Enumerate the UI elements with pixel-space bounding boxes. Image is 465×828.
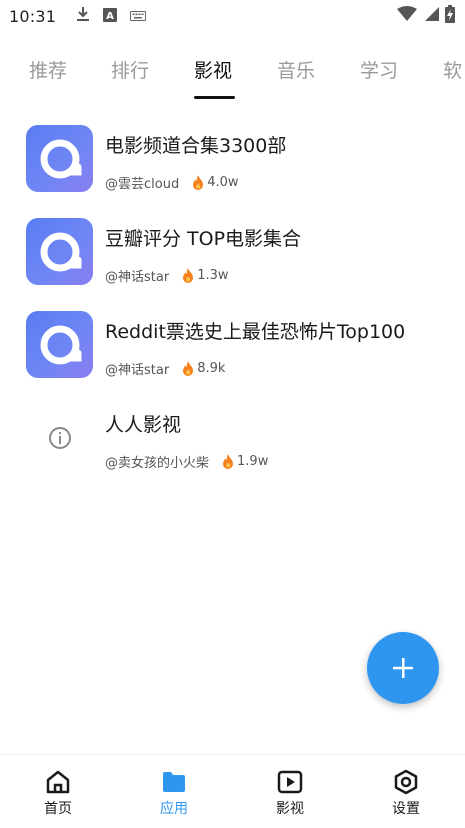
fire-icon — [193, 174, 204, 190]
tab-recommend[interactable]: 推荐 — [29, 56, 67, 83]
heat-value: 1.9w — [237, 454, 269, 469]
item-title: 电影频道合集3300部 — [105, 135, 287, 157]
list-item[interactable]: 豆瓣评分 TOP电影集合 @神话star 1.3w — [0, 211, 465, 291]
nav-item-home[interactable]: 首页 — [0, 755, 116, 828]
status-bar: 10:31 A — [0, 0, 465, 32]
battery-charging-icon — [445, 5, 455, 27]
item-author: @卖女孩的小火柴 — [105, 456, 210, 471]
nav-label: 应用 — [160, 801, 188, 817]
settings-icon — [393, 769, 419, 795]
item-meta: @神话star 8.9k — [105, 359, 225, 378]
nav-label: 影视 — [276, 801, 304, 817]
wifi-icon — [397, 6, 417, 26]
play-icon — [277, 769, 303, 795]
item-title: 豆瓣评分 TOP电影集合 — [105, 228, 302, 250]
heat-value: 8.9k — [197, 361, 226, 376]
item-title: Reddit票选史上最佳恐怖片Top100 — [105, 321, 406, 343]
add-button[interactable] — [367, 632, 439, 704]
app-logo-icon — [26, 125, 93, 192]
status-notification-icons: A — [76, 6, 147, 26]
home-icon — [45, 769, 71, 795]
status-system-icons — [397, 5, 455, 27]
tab-ranking[interactable]: 排行 — [111, 56, 149, 83]
a-box-icon: A — [103, 7, 118, 26]
list-item[interactable]: Reddit票选史上最佳恐怖片Top100 @神话star 8.9k — [0, 304, 465, 384]
item-heat: 1.9w — [221, 453, 269, 470]
item-meta: @雲芸cloud 4.0w — [105, 173, 239, 192]
nav-item-film[interactable]: 影视 — [232, 755, 348, 828]
item-author: @神话star — [105, 270, 170, 285]
plus-icon — [393, 658, 413, 678]
tab-study[interactable]: 学习 — [360, 56, 398, 83]
item-meta: @神话star 1.3w — [105, 266, 229, 285]
info-icon — [26, 404, 93, 471]
active-tab-indicator — [194, 96, 235, 99]
item-heat: 1.3w — [181, 267, 229, 284]
nav-label: 设置 — [392, 801, 420, 817]
bottom-navigation: 首页 应用 影视 设置 — [0, 754, 465, 828]
app-logo-icon — [26, 311, 93, 378]
fire-icon — [183, 360, 194, 376]
item-author: @雲芸cloud — [105, 177, 180, 192]
item-title: 人人影视 — [105, 414, 182, 436]
nav-item-apps[interactable]: 应用 — [116, 755, 232, 828]
fire-icon — [183, 267, 194, 283]
heat-value: 4.0w — [207, 175, 239, 190]
item-heat: 8.9k — [181, 360, 226, 377]
category-tabs: 推荐 排行 影视 音乐 学习 软 — [0, 50, 465, 102]
tab-film[interactable]: 影视 — [194, 56, 232, 83]
svg-text:A: A — [106, 11, 114, 22]
heat-value: 1.3w — [197, 268, 229, 283]
tab-music[interactable]: 音乐 — [277, 56, 315, 83]
signal-icon — [423, 6, 439, 26]
nav-label: 首页 — [44, 801, 72, 817]
keyboard-icon — [130, 7, 147, 26]
item-meta: @卖女孩的小火柴 1.9w — [105, 452, 268, 471]
folder-icon — [161, 769, 187, 795]
app-logo-icon — [26, 218, 93, 285]
status-time: 10:31 — [9, 6, 57, 26]
item-author: @神话star — [105, 363, 170, 378]
item-heat: 4.0w — [191, 174, 239, 191]
fire-icon — [223, 453, 234, 469]
list-item[interactable]: 电影频道合集3300部 @雲芸cloud 4.0w — [0, 118, 465, 198]
nav-item-settings[interactable]: 设置 — [348, 755, 464, 828]
tab-software[interactable]: 软 — [443, 56, 462, 83]
download-icon — [76, 6, 90, 26]
list-item[interactable]: 人人影视 @卖女孩的小火柴 1.9w — [0, 397, 465, 477]
